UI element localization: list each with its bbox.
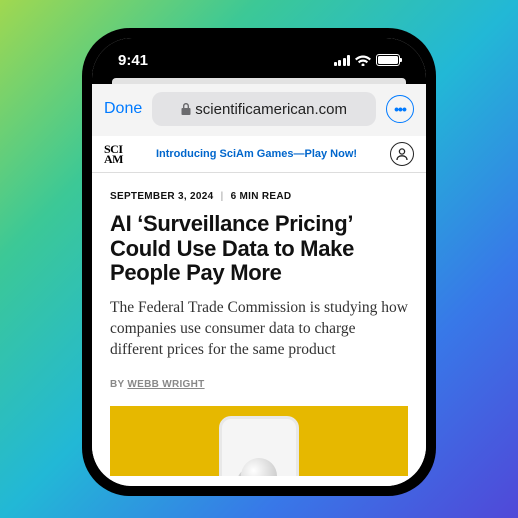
lock-icon bbox=[181, 103, 191, 115]
battery-icon bbox=[376, 54, 400, 66]
person-icon bbox=[395, 147, 409, 161]
status-time: 9:41 bbox=[118, 52, 148, 69]
account-button[interactable] bbox=[390, 142, 414, 166]
done-button[interactable]: Done bbox=[104, 100, 142, 118]
status-right bbox=[334, 54, 401, 66]
url-text: scientificamerican.com bbox=[195, 101, 347, 118]
wifi-icon bbox=[355, 54, 371, 66]
article-body: SEPTEMBER 3, 2024 | 6 MIN READ AI ‘Surve… bbox=[92, 173, 426, 486]
hero-image bbox=[110, 406, 408, 476]
cellular-icon bbox=[334, 55, 351, 66]
author-link[interactable]: WEBB WRIGHT bbox=[127, 379, 204, 390]
page-actions-button[interactable]: ••• bbox=[386, 95, 414, 123]
article-meta: SEPTEMBER 3, 2024 | 6 MIN READ bbox=[110, 191, 408, 202]
article-byline: BY WEBB WRIGHT bbox=[110, 379, 408, 390]
site-logo[interactable]: SCI AM bbox=[104, 144, 123, 164]
site-top-banner: SCI AM Introducing SciAm Games—Play Now! bbox=[92, 136, 426, 173]
read-time: 6 MIN READ bbox=[231, 191, 292, 202]
article-date: SEPTEMBER 3, 2024 bbox=[110, 191, 213, 202]
phone-frame: 9:41 Done scientificamerican.com ••• SCI… bbox=[82, 28, 436, 496]
article-headline: AI ‘Surveillance Pricing’ Could Use Data… bbox=[110, 212, 408, 286]
promo-link[interactable]: Introducing SciAm Games—Play Now! bbox=[133, 148, 380, 160]
address-bar[interactable]: scientificamerican.com bbox=[152, 92, 376, 126]
meta-separator: | bbox=[221, 191, 224, 202]
safari-toolbar: Done scientificamerican.com ••• bbox=[92, 84, 426, 136]
article-dek: The Federal Trade Commission is studying… bbox=[110, 298, 408, 361]
by-prefix: BY bbox=[110, 379, 127, 390]
screen: 9:41 Done scientificamerican.com ••• SCI… bbox=[92, 38, 426, 486]
hero-illustration bbox=[219, 416, 299, 476]
dynamic-island bbox=[204, 48, 314, 76]
